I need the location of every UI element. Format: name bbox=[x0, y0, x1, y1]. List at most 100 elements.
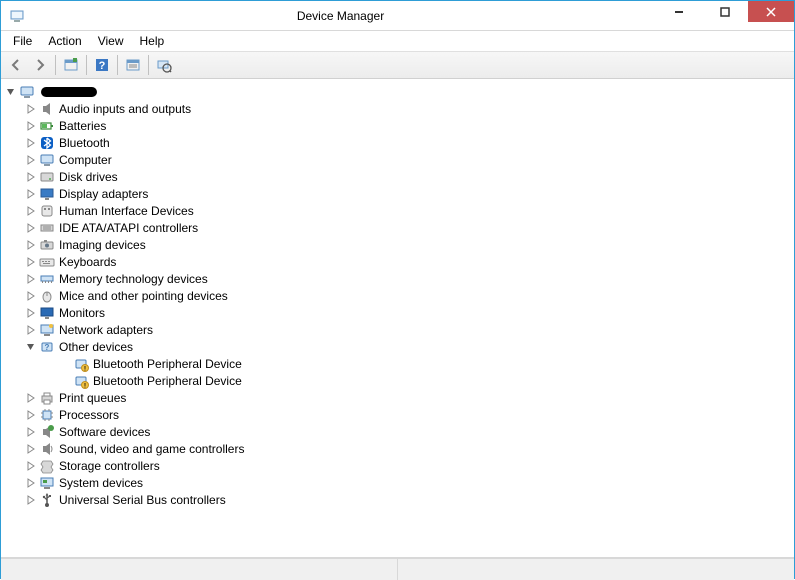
expand-toggle-icon[interactable] bbox=[25, 103, 37, 115]
expand-toggle-icon[interactable] bbox=[25, 137, 37, 149]
tree-node-label: Sound, video and game controllers bbox=[59, 442, 244, 456]
computer-icon bbox=[19, 84, 35, 100]
tree-category-node[interactable]: Display adapters bbox=[3, 185, 792, 202]
toolbar-separator bbox=[148, 55, 149, 75]
tree-category-node[interactable]: Monitors bbox=[3, 304, 792, 321]
tree-category-node[interactable]: Human Interface Devices bbox=[3, 202, 792, 219]
tree-node-label: Imaging devices bbox=[59, 238, 146, 252]
tree-node-label: Network adapters bbox=[59, 323, 153, 337]
svg-text:?: ? bbox=[99, 60, 106, 72]
tree-category-node[interactable]: Imaging devices bbox=[3, 236, 792, 253]
ide-icon bbox=[39, 220, 55, 236]
properties-button[interactable] bbox=[122, 54, 144, 76]
tree-category-node[interactable]: Storage controllers bbox=[3, 457, 792, 474]
keyboard-icon bbox=[39, 254, 55, 270]
maximize-button[interactable] bbox=[702, 1, 748, 22]
expand-toggle-icon[interactable] bbox=[25, 188, 37, 200]
expand-toggle-icon[interactable] bbox=[25, 341, 37, 353]
tree-node-label: Display adapters bbox=[59, 187, 148, 201]
status-pane bbox=[398, 559, 794, 580]
network-icon bbox=[39, 322, 55, 338]
memory-icon bbox=[39, 271, 55, 287]
tree-category-node[interactable]: Sound, video and game controllers bbox=[3, 440, 792, 457]
tree-device-node[interactable]: ! Bluetooth Peripheral Device bbox=[3, 355, 792, 372]
expand-toggle-icon[interactable] bbox=[25, 460, 37, 472]
expand-toggle-icon[interactable] bbox=[25, 409, 37, 421]
svg-text:!: ! bbox=[84, 366, 86, 372]
tree-category-node[interactable]: Disk drives bbox=[3, 168, 792, 185]
expand-toggle-icon[interactable] bbox=[25, 171, 37, 183]
tree-category-node[interactable]: Bluetooth bbox=[3, 134, 792, 151]
tree-category-node[interactable]: Universal Serial Bus controllers bbox=[3, 491, 792, 508]
tree-node-label: System devices bbox=[59, 476, 143, 490]
tree-category-node[interactable]: Batteries bbox=[3, 117, 792, 134]
tree-node-label: Other devices bbox=[59, 340, 133, 354]
minimize-button[interactable] bbox=[656, 1, 702, 22]
computer-icon bbox=[39, 152, 55, 168]
help-button[interactable]: ? bbox=[91, 54, 113, 76]
tree-node-label: Software devices bbox=[59, 425, 150, 439]
expand-toggle-icon[interactable] bbox=[25, 494, 37, 506]
expand-toggle-icon[interactable] bbox=[25, 120, 37, 132]
expand-toggle-icon[interactable] bbox=[25, 290, 37, 302]
scan-hardware-button[interactable] bbox=[153, 54, 175, 76]
expand-toggle-icon[interactable] bbox=[25, 256, 37, 268]
tree-category-node[interactable]: IDE ATA/ATAPI controllers bbox=[3, 219, 792, 236]
monitor-icon bbox=[39, 305, 55, 321]
sound-icon bbox=[39, 441, 55, 457]
tree-category-node[interactable]: Computer bbox=[3, 151, 792, 168]
expand-toggle-icon[interactable] bbox=[25, 307, 37, 319]
tree-node-label: Bluetooth Peripheral Device bbox=[93, 374, 242, 388]
menubar: File Action View Help bbox=[1, 31, 794, 51]
expand-toggle-icon[interactable] bbox=[25, 443, 37, 455]
forward-button[interactable] bbox=[29, 54, 51, 76]
expand-toggle-icon[interactable] bbox=[25, 324, 37, 336]
menu-file[interactable]: File bbox=[5, 32, 40, 50]
menu-help[interactable]: Help bbox=[132, 32, 173, 50]
status-pane bbox=[1, 559, 398, 580]
tree-category-node[interactable]: Mice and other pointing devices bbox=[3, 287, 792, 304]
tree-category-node[interactable]: Print queues bbox=[3, 389, 792, 406]
toolbar: ? bbox=[1, 51, 794, 79]
expand-toggle-icon[interactable] bbox=[25, 222, 37, 234]
tree-category-node[interactable]: Audio inputs and outputs bbox=[3, 100, 792, 117]
show-hide-console-button[interactable] bbox=[60, 54, 82, 76]
app-icon bbox=[9, 8, 25, 24]
expand-toggle-icon[interactable] bbox=[25, 392, 37, 404]
tree-node-label: Storage controllers bbox=[59, 459, 160, 473]
back-button[interactable] bbox=[5, 54, 27, 76]
software-icon bbox=[39, 424, 55, 440]
printer-icon bbox=[39, 390, 55, 406]
expand-toggle-icon[interactable] bbox=[25, 205, 37, 217]
tree-device-node[interactable]: ! Bluetooth Peripheral Device bbox=[3, 372, 792, 389]
expand-toggle-icon[interactable] bbox=[25, 273, 37, 285]
expand-toggle-icon[interactable] bbox=[25, 239, 37, 251]
tree-category-node[interactable]: ? Other devices bbox=[3, 338, 792, 355]
tree-node-label: Print queues bbox=[59, 391, 126, 405]
expand-toggle-icon[interactable] bbox=[25, 154, 37, 166]
expand-toggle-icon[interactable] bbox=[5, 86, 17, 98]
tree-category-node[interactable]: Network adapters bbox=[3, 321, 792, 338]
storage-icon bbox=[39, 458, 55, 474]
menu-view[interactable]: View bbox=[90, 32, 132, 50]
svg-text:!: ! bbox=[84, 383, 86, 389]
expand-toggle-icon[interactable] bbox=[25, 477, 37, 489]
tree-root-node[interactable] bbox=[3, 83, 792, 100]
expand-toggle-icon[interactable] bbox=[25, 426, 37, 438]
battery-icon bbox=[39, 118, 55, 134]
imaging-icon bbox=[39, 237, 55, 253]
tree-category-node[interactable]: Keyboards bbox=[3, 253, 792, 270]
tree-node-label: Bluetooth Peripheral Device bbox=[93, 357, 242, 371]
tree-category-node[interactable]: System devices bbox=[3, 474, 792, 491]
close-button[interactable] bbox=[748, 1, 794, 22]
tree-category-node[interactable]: Memory technology devices bbox=[3, 270, 792, 287]
mouse-icon bbox=[39, 288, 55, 304]
tree-node-label: IDE ATA/ATAPI controllers bbox=[59, 221, 198, 235]
device-tree-view[interactable]: Audio inputs and outputs Batteries Bluet… bbox=[1, 79, 794, 558]
tree-category-node[interactable]: Software devices bbox=[3, 423, 792, 440]
tree-node-label: Processors bbox=[59, 408, 119, 422]
tree-node-label: Monitors bbox=[59, 306, 105, 320]
hid-icon bbox=[39, 203, 55, 219]
tree-category-node[interactable]: Processors bbox=[3, 406, 792, 423]
menu-action[interactable]: Action bbox=[40, 32, 89, 50]
